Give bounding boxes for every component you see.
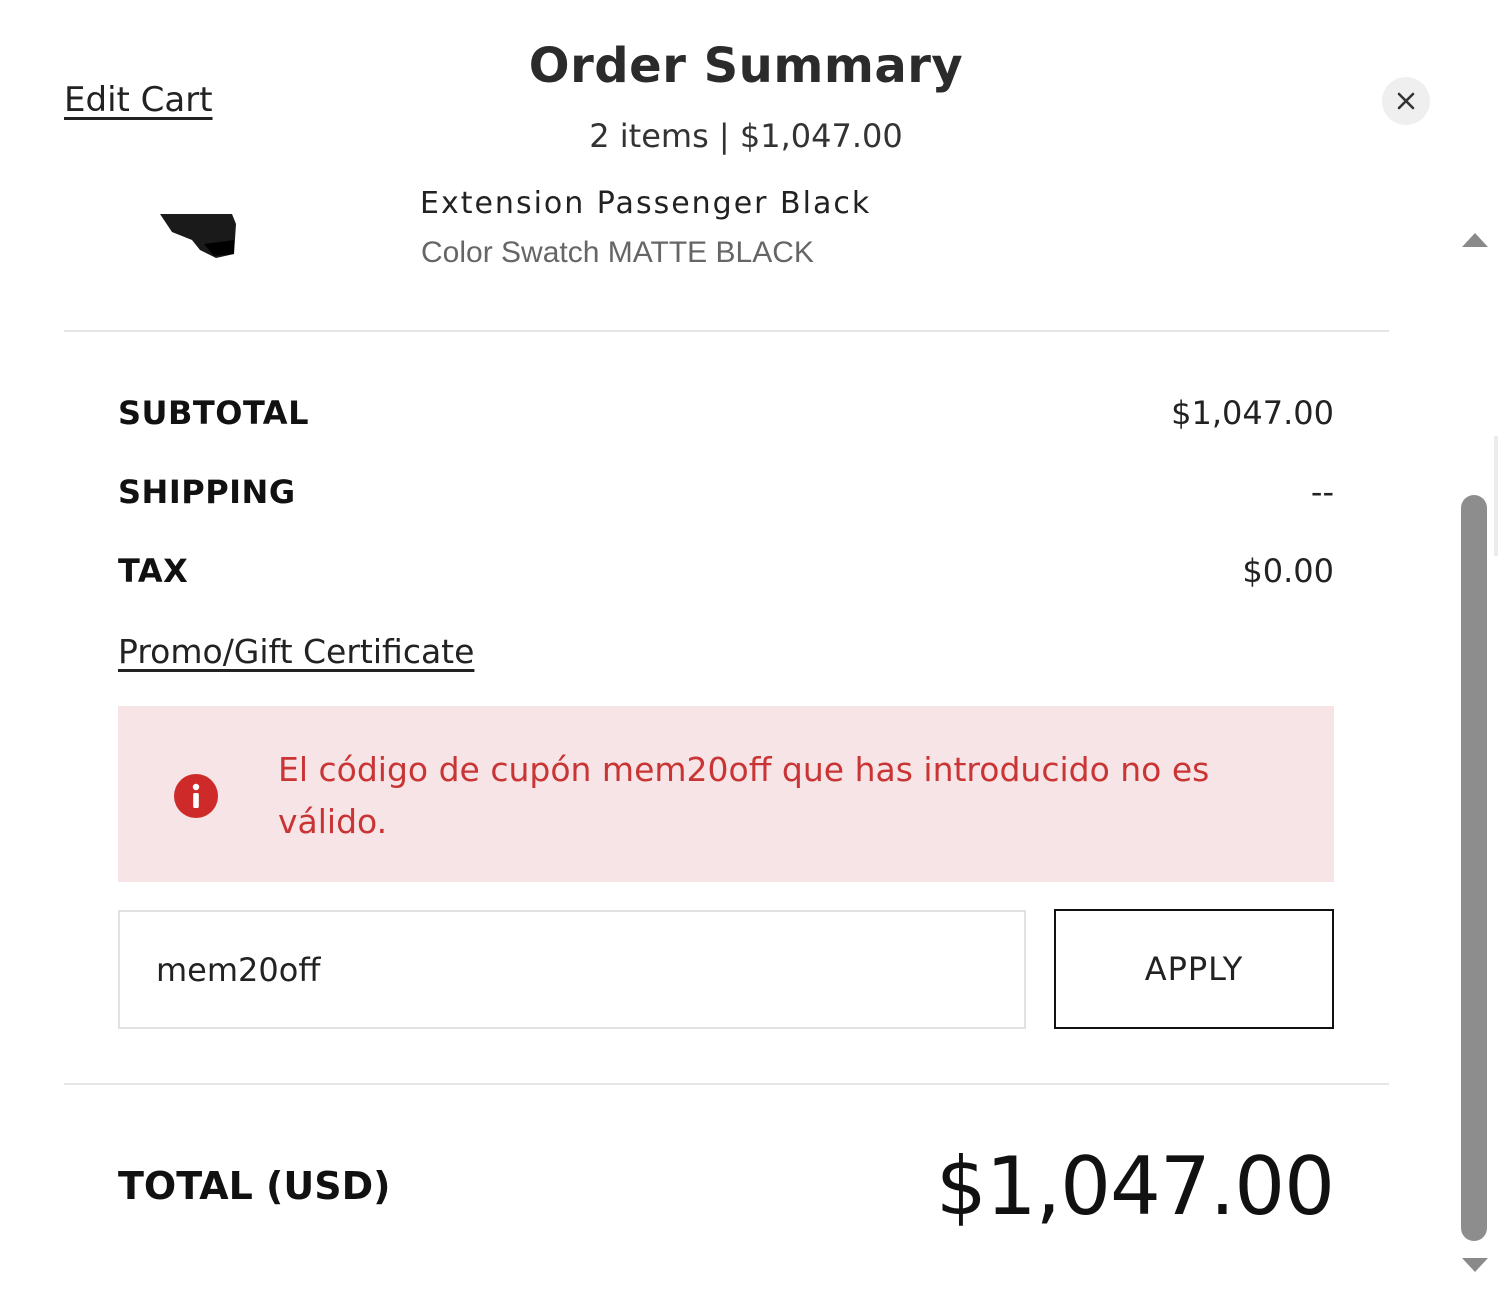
page-title: Order Summary <box>528 38 964 94</box>
promo-code-input[interactable] <box>118 910 1026 1029</box>
error-message: El código de cupón mem20off que has intr… <box>278 750 1210 841</box>
total-value: $1,047.00 <box>935 1140 1335 1233</box>
scroll-down-arrow-icon[interactable] <box>1462 1258 1488 1272</box>
shipping-value: -- <box>1310 473 1334 511</box>
total-label: TOTAL (USD) <box>118 1164 391 1208</box>
tax-label: TAX <box>118 552 189 590</box>
scroll-up-arrow-icon[interactable] <box>1462 233 1488 247</box>
tax-value: $0.00 <box>1242 552 1334 590</box>
close-button[interactable] <box>1382 77 1430 125</box>
coupon-error-alert: El código de cupón mem20off que has intr… <box>118 706 1334 882</box>
order-summary-header: Edit Cart Order Summary 2 items | $1,047… <box>0 0 1500 190</box>
shipping-label: SHIPPING <box>118 473 296 511</box>
product-variant: Color Swatch MATTE BLACK <box>421 236 814 269</box>
promo-gift-certificate-link[interactable]: Promo/Gift Certificate <box>118 632 474 671</box>
close-icon <box>1397 92 1415 110</box>
divider <box>64 330 1389 332</box>
outer-scrollbar-track <box>1494 436 1498 556</box>
scrollbar-thumb[interactable] <box>1461 495 1487 1241</box>
apply-button[interactable]: APPLY <box>1054 909 1334 1029</box>
divider <box>64 1083 1389 1085</box>
subtotal-value: $1,047.00 <box>1171 394 1334 432</box>
product-thumbnail <box>150 210 250 266</box>
error-icon <box>174 774 218 818</box>
subtotal-label: SUBTOTAL <box>118 394 309 432</box>
product-name[interactable]: Extension Passenger Black <box>420 186 871 221</box>
cart-count-total: 2 items | $1,047.00 <box>589 117 903 155</box>
